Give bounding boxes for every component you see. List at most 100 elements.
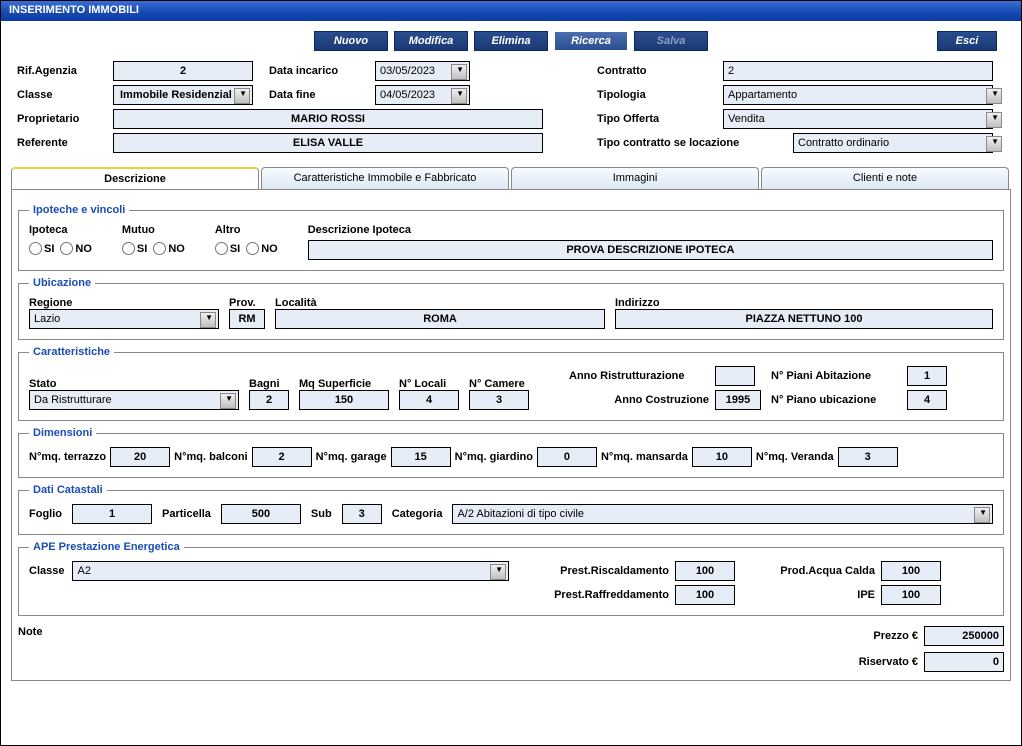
esci-button[interactable]: Esci — [937, 31, 997, 51]
rif-agenzia-label: Rif.Agenzia — [17, 65, 107, 77]
ipe-label: IPE — [755, 589, 875, 601]
classe-label: Classe — [17, 89, 107, 101]
indirizzo-field[interactable] — [615, 309, 993, 329]
tipo-contratto-loc-label: Tipo contratto se locazione — [597, 137, 787, 149]
note-label: Note — [18, 626, 42, 638]
raffr-field[interactable] — [675, 585, 735, 605]
tipo-contratto-loc-select[interactable] — [793, 133, 993, 153]
tab-immagini[interactable]: Immagini — [511, 167, 759, 189]
ubicazione-fieldset: Ubicazione Regione Prov. Località Indiri… — [18, 277, 1004, 340]
tipologia-label: Tipologia — [597, 89, 717, 101]
terrazzo-field[interactable] — [110, 447, 170, 467]
prezzo-field[interactable] — [924, 626, 1004, 646]
proprietario-field[interactable] — [113, 109, 543, 129]
ipoteca-label: Ipoteca — [29, 224, 92, 236]
mansarda-field[interactable] — [692, 447, 752, 467]
veranda-label: N°mq. Veranda — [756, 451, 834, 463]
foglio-label: Foglio — [29, 508, 62, 520]
elimina-button[interactable]: Elimina — [474, 31, 548, 51]
acqua-field[interactable] — [881, 561, 941, 581]
data-fine-field[interactable] — [375, 85, 470, 105]
mutuo-label: Mutuo — [122, 224, 185, 236]
data-fine-label: Data fine — [269, 89, 369, 101]
riservato-field[interactable] — [924, 652, 1004, 672]
ape-legend: APE Prestazione Energetica — [29, 541, 184, 553]
risc-label: Prest.Riscaldamento — [529, 565, 669, 577]
ape-classe-label: Classe — [29, 565, 64, 577]
altro-si-radio[interactable]: SI — [215, 242, 240, 255]
ipoteche-fieldset: Ipoteche e vincoli Ipoteca SI NO Mutuo S… — [18, 204, 1004, 271]
regione-label: Regione — [29, 297, 219, 309]
particella-field[interactable] — [221, 504, 301, 524]
sub-label: Sub — [311, 508, 332, 520]
desc-ipoteca-field[interactable] — [308, 240, 993, 260]
ipe-field[interactable] — [881, 585, 941, 605]
risc-field[interactable] — [675, 561, 735, 581]
caratteristiche-legend: Caratteristiche — [29, 346, 114, 358]
tipologia-select[interactable] — [723, 85, 993, 105]
tab-caratteristiche[interactable]: Caratteristiche Immobile e Fabbricato — [261, 167, 509, 189]
ipoteche-legend: Ipoteche e vincoli — [29, 204, 129, 216]
tab-descrizione[interactable]: Descrizione — [11, 167, 259, 189]
balconi-label: N°mq. balconi — [174, 451, 247, 463]
ipoteca-si-radio[interactable]: SI — [29, 242, 54, 255]
tab-clienti[interactable]: Clienti e note — [761, 167, 1009, 189]
stato-label: Stato — [29, 378, 239, 390]
giardino-field[interactable] — [537, 447, 597, 467]
locali-field[interactable] — [399, 390, 459, 410]
altro-no-radio[interactable]: NO — [246, 242, 278, 255]
proprietario-label: Proprietario — [17, 113, 107, 125]
prov-label: Prov. — [229, 297, 265, 309]
n-piani-field[interactable] — [907, 366, 947, 386]
regione-select[interactable] — [29, 309, 219, 329]
salva-button: Salva — [634, 31, 708, 51]
bagni-field[interactable] — [249, 390, 289, 410]
tipo-offerta-select[interactable] — [723, 109, 993, 129]
contratto-field[interactable] — [723, 61, 993, 81]
modifica-button[interactable]: Modifica — [394, 31, 468, 51]
balconi-field[interactable] — [252, 447, 312, 467]
nuovo-button[interactable]: Nuovo — [314, 31, 388, 51]
indirizzo-label: Indirizzo — [615, 297, 993, 309]
garage-field[interactable] — [391, 447, 451, 467]
categoria-label: Categoria — [392, 508, 443, 520]
mutuo-no-radio[interactable]: NO — [153, 242, 185, 255]
classe-select[interactable] — [113, 85, 253, 105]
anno-ristr-label: Anno Ristrutturazione — [569, 370, 709, 382]
mq-label: Mq Superficie — [299, 378, 389, 390]
n-piani-label: N° Piani Abitazione — [771, 370, 901, 382]
n-piano-ub-field[interactable] — [907, 390, 947, 410]
camere-label: N° Camere — [469, 378, 529, 390]
data-incarico-field[interactable] — [375, 61, 470, 81]
particella-label: Particella — [162, 508, 211, 520]
categoria-select[interactable] — [452, 504, 993, 524]
ape-classe-select[interactable] — [72, 561, 509, 581]
mq-field[interactable] — [299, 390, 389, 410]
ubicazione-legend: Ubicazione — [29, 277, 95, 289]
prov-field[interactable] — [229, 309, 265, 329]
catastali-legend: Dati Catastali — [29, 484, 107, 496]
giardino-label: N°mq. giardino — [455, 451, 533, 463]
n-piano-ub-label: N° Piano ubicazione — [771, 394, 901, 406]
window-title: INSERIMENTO IMMOBILI — [1, 1, 1021, 21]
anno-ristr-field[interactable] — [715, 366, 755, 386]
veranda-field[interactable] — [838, 447, 898, 467]
ipoteca-no-radio[interactable]: NO — [60, 242, 92, 255]
prezzo-label: Prezzo € — [873, 630, 918, 642]
garage-label: N°mq. garage — [316, 451, 387, 463]
dimensioni-fieldset: Dimensioni N°mq. terrazzo N°mq. balconi … — [18, 427, 1004, 478]
localita-label: Località — [275, 297, 605, 309]
rif-agenzia-field[interactable] — [113, 61, 253, 81]
anno-costr-field[interactable] — [715, 390, 761, 410]
referente-field[interactable] — [113, 133, 543, 153]
acqua-label: Prod.Acqua Calda — [755, 565, 875, 577]
stato-select[interactable] — [29, 390, 239, 410]
camere-field[interactable] — [469, 390, 529, 410]
sub-field[interactable] — [342, 504, 382, 524]
mutuo-si-radio[interactable]: SI — [122, 242, 147, 255]
catastali-fieldset: Dati Catastali Foglio Particella Sub Cat… — [18, 484, 1004, 535]
foglio-field[interactable] — [72, 504, 152, 524]
ricerca-button[interactable]: Ricerca — [554, 31, 628, 51]
localita-field[interactable] — [275, 309, 605, 329]
toolbar: Nuovo Modifica Elimina Ricerca Salva Esc… — [11, 27, 1011, 61]
